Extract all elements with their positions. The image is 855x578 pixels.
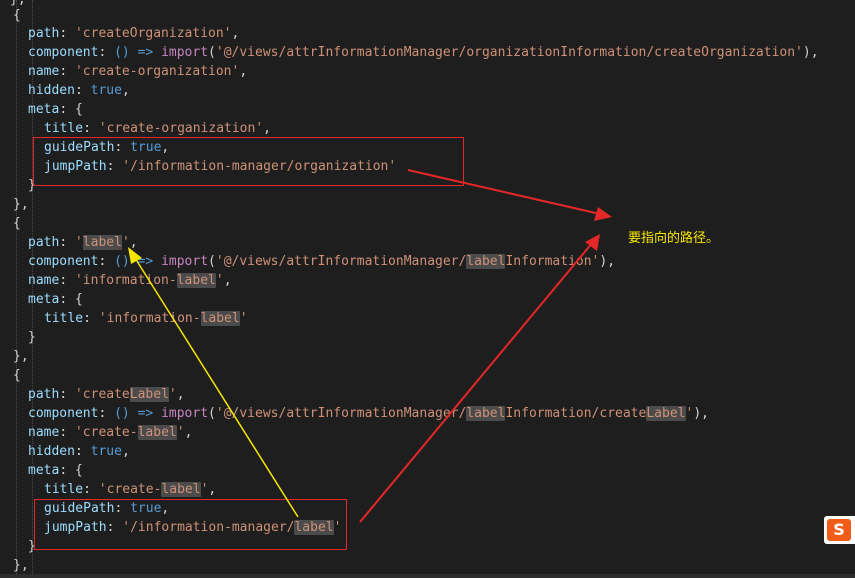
property-key: component	[28, 406, 99, 421]
boolean-value: true	[90, 83, 122, 98]
property-key: hidden	[28, 444, 75, 459]
code-line: {	[13, 366, 21, 385]
code-line: }	[28, 328, 36, 347]
brace: {	[74, 292, 83, 307]
property-key: title	[44, 121, 84, 136]
keyword: import	[161, 406, 209, 421]
property-key: meta	[28, 292, 60, 307]
red-highlight-box	[34, 499, 347, 550]
horizontal-scrollbar[interactable]	[0, 574, 855, 578]
code-line: meta: {	[28, 463, 83, 478]
brace: },	[13, 349, 29, 364]
property-key: title	[44, 482, 84, 497]
code-line: path: 'createOrganization',	[28, 26, 240, 41]
arrow-fn: () =>	[114, 406, 162, 421]
boolean-value: true	[90, 444, 122, 459]
property-key: component	[28, 254, 99, 269]
code-line: component: () => import('@/views/attrInf…	[28, 45, 819, 60]
code-line: {	[13, 214, 21, 233]
search-highlight: Label	[646, 406, 686, 421]
code-line: {	[13, 6, 21, 25]
search-highlight: label	[137, 425, 177, 440]
property-key: path	[28, 26, 60, 41]
property-key: name	[28, 64, 60, 79]
property-key: meta	[28, 463, 60, 478]
indent-guide	[16, 0, 17, 578]
property-key: component	[28, 45, 99, 60]
sogou-icon: S	[827, 519, 851, 541]
search-highlight: Label	[129, 387, 169, 402]
code-line: meta: {	[28, 292, 83, 307]
search-highlight: label	[200, 311, 240, 326]
code-line: },	[13, 347, 29, 366]
search-highlight: label	[82, 235, 122, 250]
search-highlight: label	[176, 273, 216, 288]
brace: },	[13, 558, 29, 573]
code-line: name: 'information-label',	[28, 273, 232, 288]
search-highlight: label	[466, 254, 506, 269]
ime-toolbar[interactable]: S	[824, 516, 855, 544]
code-line: title: 'create-label',	[44, 482, 217, 497]
search-highlight: label	[161, 482, 201, 497]
code-line: path: 'createLabel',	[28, 387, 185, 402]
code-line: meta: {	[28, 102, 83, 117]
property-key: hidden	[28, 83, 75, 98]
brace: {	[74, 102, 83, 117]
annotation-text: 要指向的路径。	[628, 231, 720, 246]
string-value: 'createOrganization'	[74, 26, 232, 41]
code-line: name: 'create-organization',	[28, 64, 248, 79]
code-line: },	[13, 556, 29, 575]
property-key: path	[28, 235, 60, 250]
code-line: },	[13, 195, 29, 214]
search-highlight: label	[466, 406, 506, 421]
property-key: name	[28, 425, 60, 440]
code-line: name: 'create-label',	[28, 425, 193, 440]
property-key: title	[44, 311, 84, 326]
brace: }	[28, 330, 36, 345]
brace: {	[13, 216, 21, 231]
arrow-fn: () =>	[114, 254, 162, 269]
code-line: component: () => import('@/views/attrInf…	[28, 406, 709, 421]
red-highlight-box	[33, 137, 464, 186]
property-key: name	[28, 273, 60, 288]
code-line: title: 'create-organization',	[44, 121, 271, 136]
code-line: hidden: true,	[28, 444, 130, 459]
property-key: meta	[28, 102, 60, 117]
property-key: path	[28, 387, 60, 402]
code-line: component: () => import('@/views/attrInf…	[28, 254, 616, 269]
string-value: 'create-organization'	[98, 121, 264, 136]
brace: {	[13, 8, 21, 23]
brace: {	[13, 368, 21, 383]
code-editor[interactable]: }, { path: 'createOrganization', compone…	[0, 0, 855, 578]
code-line: path: 'label',	[28, 235, 138, 250]
string-value: '@/views/attrInformationManager/organiza…	[215, 45, 803, 60]
brace: {	[74, 463, 83, 478]
keyword: import	[161, 45, 209, 60]
code-line: hidden: true,	[28, 83, 130, 98]
arrow-fn: () =>	[114, 45, 162, 60]
string-value: 'create-organization'	[74, 64, 240, 79]
keyword: import	[161, 254, 209, 269]
brace: },	[13, 197, 29, 212]
code-line: title: 'information-label'	[44, 311, 248, 326]
